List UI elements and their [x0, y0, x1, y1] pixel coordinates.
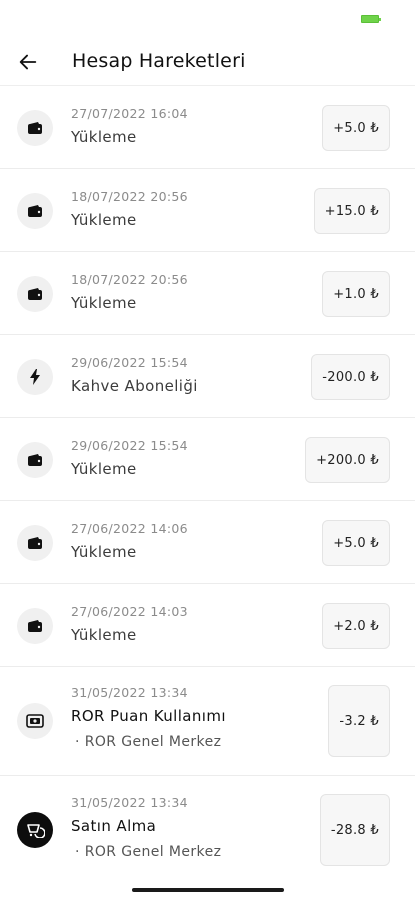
transaction-title: Yükleme [71, 460, 137, 478]
transaction-amount: -28.8 ₺ [319, 794, 390, 866]
status-bar [0, 0, 415, 38]
wallet-icon [17, 608, 53, 644]
transaction-date: 27/06/2022 14:06 [71, 521, 188, 536]
transaction-row[interactable]: 31/05/2022 13:34 ROR Puan Kullanımı · RO… [0, 667, 415, 776]
transaction-location: · ROR Genel Merkez [75, 734, 222, 750]
transaction-row[interactable]: 31/05/2022 13:34 Satın Alma · ROR Genel … [0, 776, 415, 886]
transaction-amount: +5.0 ₺ [322, 520, 390, 566]
wallet-icon [17, 193, 53, 229]
transaction-amount: -200.0 ₺ [311, 354, 390, 400]
transaction-row[interactable]: 29/06/2022 15:54 Kahve Aboneliği -200.0 … [0, 335, 415, 418]
home-indicator[interactable] [132, 888, 284, 892]
transaction-title: Yükleme [71, 294, 137, 312]
transaction-amount: +5.0 ₺ [322, 105, 390, 151]
purchase-icon [17, 812, 53, 848]
transaction-date: 27/07/2022 16:04 [71, 106, 188, 121]
transaction-row[interactable]: 27/06/2022 14:03 Yükleme +2.0 ₺ [0, 584, 415, 667]
transaction-amount: -3.2 ₺ [328, 685, 390, 757]
transaction-row[interactable]: 18/07/2022 20:56 Yükleme +1.0 ₺ [0, 252, 415, 335]
transaction-row[interactable]: 29/06/2022 15:54 Yükleme +200.0 ₺ [0, 418, 415, 501]
transaction-date: 31/05/2022 13:34 [71, 795, 188, 810]
transaction-amount: +15.0 ₺ [313, 188, 390, 234]
transaction-date: 18/07/2022 20:56 [71, 272, 188, 287]
transaction-title: Yükleme [71, 128, 137, 146]
transaction-amount: +200.0 ₺ [305, 437, 390, 483]
transaction-title: Kahve Aboneliği [71, 377, 198, 395]
wallet-icon [17, 276, 53, 312]
transaction-row[interactable]: 18/07/2022 20:56 Yükleme +15.0 ₺ [0, 169, 415, 252]
transaction-date: 18/07/2022 20:56 [71, 189, 188, 204]
wallet-icon [17, 110, 53, 146]
transaction-amount: +2.0 ₺ [322, 603, 390, 649]
transaction-location: · ROR Genel Merkez [75, 844, 222, 860]
lightning-icon [17, 359, 53, 395]
transaction-row[interactable]: 27/07/2022 16:04 Yükleme +5.0 ₺ [0, 86, 415, 169]
battery-icon [361, 15, 381, 23]
transaction-date: 27/06/2022 14:03 [71, 604, 188, 619]
transaction-row[interactable]: 27/06/2022 14:06 Yükleme +5.0 ₺ [0, 501, 415, 584]
wallet-icon [17, 525, 53, 561]
wallet-icon [17, 442, 53, 478]
back-button[interactable] [10, 44, 46, 80]
transaction-date: 29/06/2022 15:54 [71, 438, 188, 453]
transaction-date: 29/06/2022 15:54 [71, 355, 188, 370]
transaction-date: 31/05/2022 13:34 [71, 685, 188, 700]
transaction-list: 27/07/2022 16:04 Yükleme +5.0 ₺ 18/07/20… [0, 86, 415, 886]
page-title: Hesap Hareketleri [72, 50, 246, 72]
points-icon [17, 703, 53, 739]
transaction-amount: +1.0 ₺ [322, 271, 390, 317]
transaction-title: Yükleme [71, 211, 137, 229]
transaction-title: Satın Alma [71, 817, 157, 835]
arrow-left-icon [19, 54, 37, 70]
app-bar: Hesap Hareketleri [0, 38, 415, 86]
transaction-title: ROR Puan Kullanımı [71, 707, 226, 725]
transaction-title: Yükleme [71, 543, 137, 561]
transaction-title: Yükleme [71, 626, 137, 644]
